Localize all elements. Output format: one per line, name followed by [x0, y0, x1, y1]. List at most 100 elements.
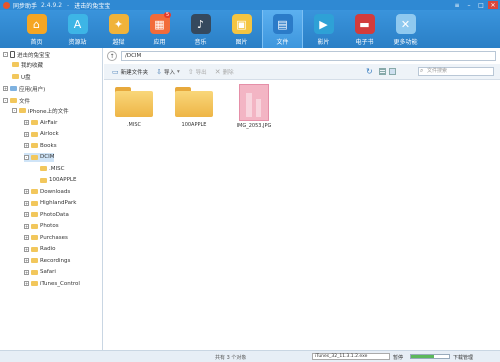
file-name: .MISC — [126, 122, 142, 128]
tree-folder-label: Safari — [40, 269, 56, 275]
export-label: 导出 — [195, 69, 207, 76]
export-button[interactable]: ⇧ 导出 — [188, 68, 207, 76]
tree-folder-label: Downloads — [40, 188, 71, 195]
toolbar-app-store-button[interactable]: A 资源站 — [57, 10, 98, 48]
folder-item[interactable]: .MISC — [112, 87, 156, 128]
toolbar-label: 应用 — [153, 39, 166, 46]
folder-icon — [40, 166, 47, 171]
toolbar-label: 影片 — [317, 39, 330, 46]
import-button[interactable]: ⇩ 导入 ▾ — [156, 68, 180, 76]
collapse-icon[interactable]: - — [3, 98, 8, 103]
tree-folder-itunes_control[interactable]: + iTunes_Control — [24, 279, 80, 288]
toolbar-ebook-button[interactable]: ▬ 电子书 — [344, 10, 385, 48]
expand-icon[interactable]: + — [24, 212, 29, 217]
toolbar-apps-button[interactable]: ▦ 5 应用 — [139, 10, 180, 48]
folder-icon — [31, 281, 38, 286]
tree-folder-recordings[interactable]: + Recordings — [24, 256, 70, 265]
toolbar-home-button[interactable]: ⌂ 首页 — [16, 10, 57, 48]
delete-label: 删除 — [222, 69, 234, 76]
refresh-icon[interactable]: ↻ — [366, 67, 373, 76]
tree-folder-label: Radio — [40, 246, 56, 252]
tree-files[interactable]: - 文件 — [3, 96, 30, 105]
new-folder-icon: ▭ — [112, 67, 119, 76]
tree-folder-dcim[interactable]: - DCIM — [24, 152, 55, 162]
collapse-icon[interactable]: - — [24, 154, 29, 160]
tree-folder-highlandpark[interactable]: + HighlandPark — [24, 199, 76, 208]
tree-iphone-files[interactable]: - iPhone上的文件 — [12, 106, 69, 115]
toolbar-photos-button[interactable]: ▣ 图片 — [221, 10, 262, 48]
expand-icon[interactable]: + — [24, 189, 29, 194]
expand-icon[interactable]: + — [24, 258, 29, 263]
expand-icon[interactable]: + — [24, 120, 29, 125]
tree-subfolder[interactable]: .MISC — [40, 164, 64, 173]
expand-icon[interactable]: + — [24, 131, 29, 137]
toolbar-music-button[interactable]: ♪ 音乐 — [180, 10, 221, 48]
expand-icon[interactable]: + — [24, 143, 29, 148]
list-view-icon[interactable] — [379, 68, 386, 75]
minimize-icon[interactable]: – — [464, 1, 474, 9]
star-folder-icon — [12, 62, 19, 67]
toolbar-label: 首页 — [30, 39, 43, 46]
menu-icon[interactable]: ≡ — [452, 1, 462, 9]
tree-folder-airlock[interactable]: + Airlock — [24, 130, 59, 139]
toolbar-video-button[interactable]: ▶ 影片 — [303, 10, 344, 48]
expand-icon[interactable]: + — [3, 86, 8, 91]
folder-icon — [31, 269, 38, 275]
folder-icon — [31, 246, 38, 252]
expand-icon[interactable]: + — [24, 200, 29, 206]
tree-folder-safari[interactable]: + Safari — [24, 268, 56, 277]
toolbar-label: 电子书 — [355, 39, 374, 46]
expand-icon[interactable]: + — [24, 269, 29, 275]
files-icon: ▤ — [272, 14, 293, 34]
tree-folder-label: HighlandPark — [40, 200, 77, 206]
tree-folder-airfair[interactable]: + AirFair — [24, 118, 57, 127]
tree-favorites[interactable]: 我的收藏 — [12, 60, 43, 69]
tools-icon: ✕ — [395, 14, 416, 34]
tree-udisk[interactable]: U盘 — [12, 72, 31, 81]
tree-folder-label: AirFair — [40, 119, 58, 126]
expand-icon[interactable]: + — [24, 235, 29, 240]
search-icon: ⌕ — [420, 67, 424, 74]
toolbar-tools-button[interactable]: ✕ 更多功能 — [385, 10, 426, 48]
toolbar-label: 越狱 — [112, 39, 125, 46]
folder-icon — [31, 200, 38, 206]
tree-subfolder[interactable]: 100APPLE — [40, 176, 76, 185]
maximize-icon[interactable]: □ — [476, 1, 486, 9]
expand-icon[interactable]: + — [24, 223, 29, 229]
new-folder-button[interactable]: ▭ 新建文件夹 — [112, 68, 148, 76]
expand-icon[interactable]: + — [24, 281, 29, 286]
tree-folder-radio[interactable]: + Radio — [24, 245, 55, 254]
download-manager-button[interactable]: 下载管理 — [453, 354, 473, 361]
music-icon: ♪ — [190, 14, 211, 34]
expand-icon[interactable]: + — [24, 246, 29, 252]
tree-subfolder-label: .MISC — [49, 165, 65, 172]
new-folder-label: 新建文件夹 — [120, 69, 149, 76]
search-input[interactable]: ⌕ 文件搜索 — [418, 67, 494, 76]
toolbar-jailbreak-button[interactable]: ✦ 越狱 — [98, 10, 139, 48]
image-file-item[interactable]: IMG_2053.JPG — [232, 84, 276, 129]
download-task[interactable]: iTunes_32_11.3.1.2.exe — [312, 353, 390, 360]
tree-device[interactable]: - 进击的兔宝宝 — [3, 50, 50, 59]
tree-folder-downloads[interactable]: + Downloads — [24, 187, 70, 196]
tree-apps[interactable]: + 应用(用户) — [3, 84, 45, 93]
toolbar-files-button[interactable]: ▤ 文件 — [262, 10, 303, 48]
chevron-down-icon: ▾ — [177, 68, 180, 75]
tree-folder-photos[interactable]: + Photos — [24, 222, 59, 231]
folder-icon — [31, 212, 38, 217]
import-label: 导入 — [164, 69, 176, 76]
pause-button[interactable]: 暂停 — [393, 354, 403, 361]
tree-folder-purchases[interactable]: + Purchases — [24, 233, 68, 242]
close-icon[interactable]: ✕ — [488, 1, 498, 9]
folder-item[interactable]: 100APPLE — [172, 87, 216, 128]
path-input[interactable]: /DCIM — [121, 51, 496, 61]
folder-icon — [31, 131, 38, 137]
tree-folder-photodata[interactable]: + PhotoData — [24, 210, 69, 219]
app-store-icon: A — [67, 14, 88, 34]
grid-view-icon[interactable] — [389, 68, 396, 75]
folder-icon — [10, 98, 17, 103]
back-icon[interactable]: ↑ — [107, 51, 117, 61]
tree-folder-books[interactable]: + Books — [24, 141, 57, 150]
collapse-icon[interactable]: - — [12, 108, 17, 113]
collapse-icon[interactable]: - — [3, 52, 8, 57]
delete-button[interactable]: ✕ 删除 — [215, 68, 234, 76]
